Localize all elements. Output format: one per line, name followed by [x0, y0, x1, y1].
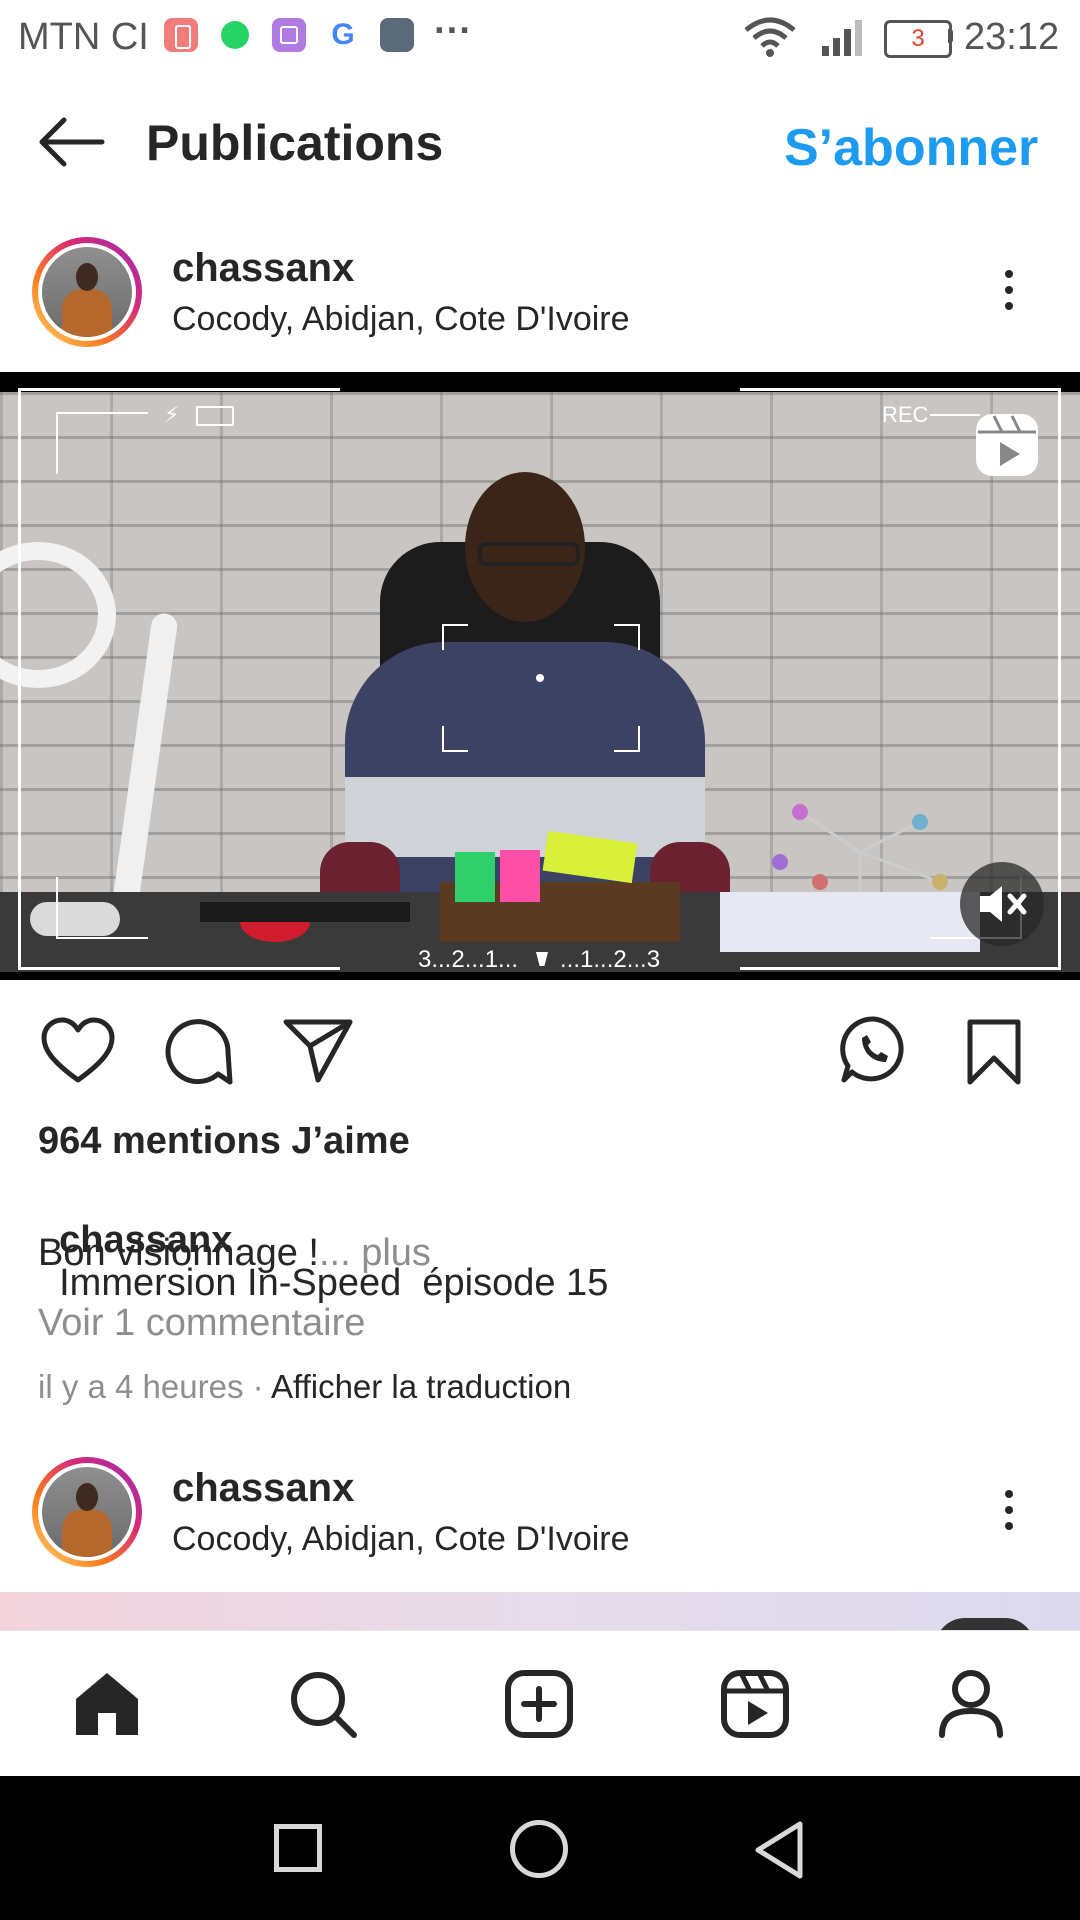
- more-notifications-icon: ···: [434, 10, 472, 52]
- bottom-navigation: [0, 1630, 1080, 1777]
- battery-level: 3: [911, 25, 925, 52]
- camera-battery-icon: [196, 406, 234, 426]
- view-comments-link[interactable]: Voir 1 commentaire: [38, 1302, 365, 1345]
- carrier-label: MTN CI: [18, 16, 149, 58]
- mute-button[interactable]: [960, 862, 1044, 946]
- translate-link[interactable]: Afficher la traduction: [271, 1368, 571, 1405]
- more-options-icon[interactable]: [1005, 262, 1013, 318]
- create-post-icon[interactable]: [504, 1669, 574, 1739]
- avatar-image: [42, 247, 132, 337]
- post-username[interactable]: chassanx: [172, 1466, 354, 1511]
- post-video[interactable]: ⚡ REC 3...2...1... ...1...2...3: [0, 372, 1080, 980]
- frame-line: [20, 967, 340, 970]
- rec-label: REC: [882, 402, 929, 427]
- glasses: [478, 542, 580, 566]
- post-header: chassanx Cocody, Abidjan, Cote D'Ivoire: [0, 1448, 1080, 1582]
- focus-corner: [614, 726, 640, 752]
- next-post-media-preview: [0, 1592, 1080, 1648]
- search-icon[interactable]: [288, 1669, 358, 1739]
- back-arrow-icon[interactable]: [36, 116, 106, 168]
- caption-line2-text: Bon visionnage !: [38, 1232, 319, 1274]
- focus-dot: [536, 674, 544, 682]
- frame-line: [1058, 388, 1061, 970]
- whatsapp-share-icon[interactable]: [838, 1014, 910, 1086]
- sticky-green: [455, 852, 495, 902]
- more-options-icon[interactable]: [1005, 1482, 1013, 1538]
- battery-tip: [948, 29, 953, 43]
- status-bar: MTN CI G ··· 3 23:12: [0, 0, 1080, 76]
- system-navigation-bar: [0, 1776, 1080, 1920]
- frame-line: [740, 388, 1060, 391]
- profile-icon[interactable]: [936, 1667, 1006, 1739]
- reels-icon: [976, 414, 1038, 476]
- post-username[interactable]: chassanx: [172, 246, 354, 291]
- corner-mark: [56, 877, 148, 939]
- reels-tab-icon[interactable]: [720, 1669, 790, 1739]
- like-heart-icon[interactable]: [40, 1016, 116, 1086]
- save-bookmark-icon[interactable]: [964, 1018, 1024, 1086]
- flash-icon: ⚡: [164, 402, 180, 427]
- gallery-icon: [272, 18, 306, 52]
- focus-corner: [442, 726, 468, 752]
- keyboard: [200, 902, 410, 922]
- share-send-icon[interactable]: [282, 1018, 354, 1084]
- call-of-duty-icon: [380, 18, 414, 52]
- action-bar: [0, 1010, 1080, 1092]
- sticky-pink: [500, 850, 540, 902]
- time-ago: il y a 4 heures: [38, 1368, 244, 1405]
- post-location[interactable]: Cocody, Abidjan, Cote D'Ivoire: [172, 300, 630, 339]
- countup-text: ...1...2...3: [560, 946, 661, 973]
- avatar-image: [42, 1467, 132, 1557]
- post-location[interactable]: Cocody, Abidjan, Cote D'Ivoire: [172, 1520, 630, 1559]
- countdown-text: 3...2...1...: [418, 946, 519, 973]
- focus-corner: [614, 624, 640, 650]
- meta-separator: ·: [252, 1368, 264, 1405]
- post-meta: il y a 4 heures · Afficher la traduction: [38, 1368, 571, 1406]
- home-button-icon[interactable]: [510, 1820, 568, 1878]
- recent-apps-icon[interactable]: [274, 1824, 322, 1872]
- frame-line: [740, 967, 1060, 970]
- speaker-muted-icon: [980, 886, 1027, 922]
- caption-line2: Bon visionnage !... plus: [38, 1232, 431, 1275]
- whatsapp-icon: [218, 18, 252, 52]
- corner-mark: [56, 412, 148, 474]
- avatar[interactable]: [32, 1457, 142, 1567]
- focus-corner: [442, 624, 468, 650]
- more-link[interactable]: ... plus: [319, 1232, 431, 1274]
- post-header: chassanx Cocody, Abidjan, Cote D'Ivoire: [0, 228, 1080, 362]
- clock: 23:12: [964, 16, 1060, 58]
- google-icon: G: [326, 18, 360, 52]
- battery-saver-icon: [164, 18, 198, 52]
- page-title: Publications: [146, 115, 444, 171]
- frame-line: [20, 388, 340, 391]
- frame-line: [18, 388, 21, 970]
- signal-icon: [822, 20, 862, 56]
- top-app-bar: Publications S’abonner: [0, 76, 1080, 212]
- follow-button[interactable]: S’abonner: [784, 118, 1038, 178]
- likes-count[interactable]: 964 mentions J’aime: [38, 1120, 410, 1163]
- wifi-icon: [744, 17, 796, 57]
- home-icon[interactable]: [72, 1669, 142, 1739]
- sweater-stripe: [345, 777, 705, 857]
- battery-icon: 3: [884, 20, 952, 58]
- back-button-icon[interactable]: [752, 1820, 806, 1880]
- comment-icon[interactable]: [162, 1016, 234, 1088]
- avatar[interactable]: [32, 237, 142, 347]
